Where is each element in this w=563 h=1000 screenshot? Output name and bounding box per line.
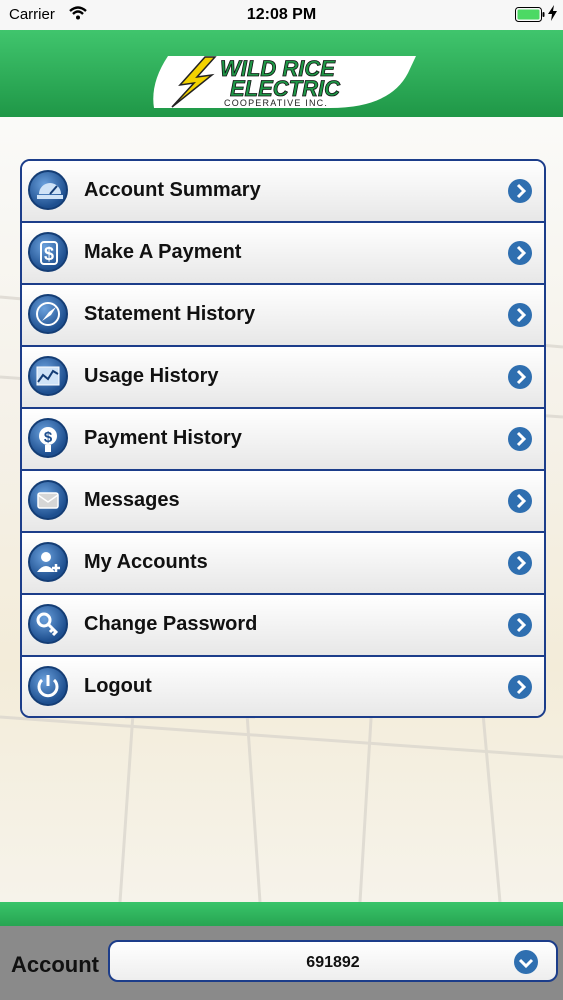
menu-item-label: Logout xyxy=(84,675,152,697)
meter-icon xyxy=(28,170,68,210)
menu-item-usage-history[interactable]: Usage History xyxy=(22,347,544,409)
app-header: WILD RICE ELECTRIC COOPERATIVE INC. xyxy=(0,30,563,118)
menu-item-label: Messages xyxy=(84,489,180,511)
svg-text:$: $ xyxy=(44,244,54,264)
menu-item-label: Statement History xyxy=(84,303,256,325)
wild-rice-electric-logo: WILD RICE ELECTRIC COOPERATIVE INC. xyxy=(150,53,417,110)
footer-accent-bar xyxy=(0,902,563,926)
menu-item-change-password[interactable]: Change Password xyxy=(22,595,544,657)
power-icon xyxy=(28,666,68,706)
compass-icon xyxy=(28,294,68,334)
logo-line3: COOPERATIVE INC. xyxy=(224,98,328,108)
add-user-icon xyxy=(28,542,68,582)
charging-icon xyxy=(548,5,557,24)
chevron-right-icon xyxy=(508,675,532,699)
chevron-right-icon xyxy=(508,303,532,327)
menu-item-label: Usage History xyxy=(84,365,219,387)
chevron-right-icon xyxy=(508,365,532,389)
dollar-icon: $ xyxy=(28,232,68,272)
chevron-down-icon xyxy=(514,950,538,974)
account-label: Account xyxy=(11,952,99,977)
menu-item-make-payment[interactable]: $ Make A Payment xyxy=(22,223,544,285)
status-time: 12:08 PM xyxy=(246,6,317,23)
main-menu: Account Summary $ Make A Payment Stateme… xyxy=(20,159,546,718)
menu-item-messages[interactable]: Messages xyxy=(22,471,544,533)
chevron-right-icon xyxy=(508,241,532,265)
menu-item-label: Make A Payment xyxy=(84,241,242,263)
coin-icon: $ xyxy=(28,418,68,458)
chevron-right-icon xyxy=(508,551,532,575)
menu-item-logout[interactable]: Logout xyxy=(22,657,544,716)
menu-item-label: Change Password xyxy=(84,613,258,635)
battery-icon xyxy=(515,7,545,26)
chart-icon xyxy=(28,356,68,396)
key-icon xyxy=(28,604,68,644)
menu-item-account-summary[interactable]: Account Summary xyxy=(22,161,544,223)
envelope-icon xyxy=(28,480,68,520)
svg-text:$: $ xyxy=(44,429,53,446)
chevron-right-icon xyxy=(508,613,532,637)
menu-item-statement-history[interactable]: Statement History xyxy=(22,285,544,347)
menu-item-label: Account Summary xyxy=(84,179,261,201)
account-value: 691892 xyxy=(306,954,360,971)
status-bar: Carrier 12:08 PM xyxy=(0,0,563,30)
account-footer: Account 691892 xyxy=(0,926,563,1000)
chevron-right-icon xyxy=(508,427,532,451)
menu-item-label: Payment History xyxy=(84,427,242,449)
account-select[interactable]: 691892 xyxy=(108,940,558,982)
chevron-right-icon xyxy=(508,489,532,513)
menu-item-label: My Accounts xyxy=(84,551,208,573)
chevron-right-icon xyxy=(508,179,532,203)
menu-item-my-accounts[interactable]: My Accounts xyxy=(22,533,544,595)
menu-item-payment-history[interactable]: $ Payment History xyxy=(22,409,544,471)
